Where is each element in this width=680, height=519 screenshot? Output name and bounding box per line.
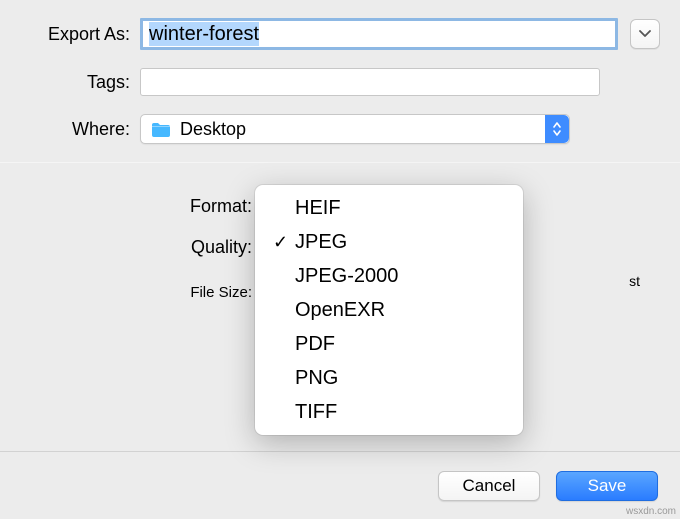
tags-label: Tags:	[20, 72, 140, 93]
save-button[interactable]: Save	[556, 471, 658, 501]
format-option-label: JPEG	[295, 231, 347, 254]
button-bar: Cancel Save	[0, 451, 680, 519]
quality-label: Quality:	[20, 237, 260, 258]
top-section: Export As: winter-forest Tags: Where: De…	[0, 0, 680, 162]
format-option-jpeg[interactable]: ✓ JPEG	[255, 225, 523, 259]
tags-row: Tags:	[20, 68, 660, 96]
format-option-png[interactable]: PNG	[255, 361, 523, 395]
filesize-label: File Size:	[20, 284, 260, 301]
format-option-label: TIFF	[295, 401, 337, 424]
format-option-label: PNG	[295, 367, 338, 390]
quality-max-label: st	[629, 273, 640, 289]
cancel-button[interactable]: Cancel	[438, 471, 540, 501]
format-option-openexr[interactable]: OpenEXR	[255, 293, 523, 327]
format-dropdown-menu: HEIF ✓ JPEG JPEG-2000 OpenEXR PDF PNG TI…	[255, 185, 523, 435]
check-icon: ✓	[273, 232, 295, 253]
chevron-down-icon	[639, 30, 651, 38]
format-option-tiff[interactable]: TIFF	[255, 395, 523, 429]
updown-arrows-icon	[545, 115, 569, 143]
where-select[interactable]: Desktop	[140, 114, 570, 144]
format-option-label: JPEG-2000	[295, 265, 398, 288]
export-as-input[interactable]: winter-forest	[140, 18, 618, 50]
export-as-row: Export As: winter-forest	[20, 18, 660, 50]
where-row: Where: Desktop	[20, 114, 660, 144]
watermark: wsxdn.com	[626, 506, 676, 517]
export-as-label: Export As:	[20, 24, 140, 45]
tags-input[interactable]	[140, 68, 600, 96]
where-label: Where:	[20, 119, 140, 140]
format-option-label: HEIF	[295, 197, 341, 220]
format-option-jpeg2000[interactable]: JPEG-2000	[255, 259, 523, 293]
export-input-wrap: winter-forest	[140, 18, 660, 50]
where-value: Desktop	[180, 119, 246, 140]
format-option-label: OpenEXR	[295, 299, 385, 322]
format-option-label: PDF	[295, 333, 335, 356]
format-label: Format:	[20, 196, 260, 217]
expand-button[interactable]	[630, 19, 660, 49]
export-as-value: winter-forest	[149, 22, 259, 46]
folder-icon	[151, 122, 170, 137]
format-option-heif[interactable]: HEIF	[255, 191, 523, 225]
format-option-pdf[interactable]: PDF	[255, 327, 523, 361]
